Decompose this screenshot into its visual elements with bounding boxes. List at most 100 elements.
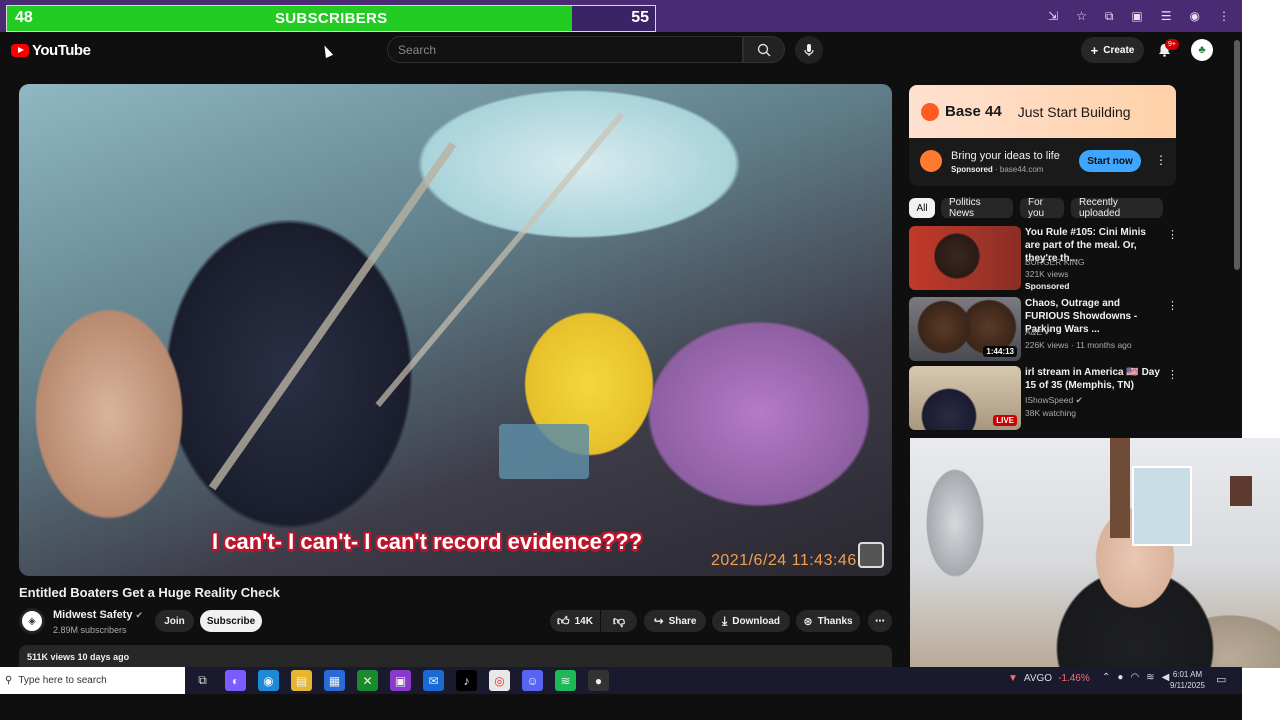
video-thumbnail[interactable]: 1:44:13	[909, 297, 1021, 361]
mic-tray-icon[interactable]: ●	[1117, 672, 1123, 683]
browser-menu-icon[interactable]: ⋮	[1218, 9, 1230, 23]
ad-cta-button[interactable]: Start now	[1079, 150, 1141, 172]
streamer-webcam-overlay	[910, 438, 1280, 668]
subscriber-current: 48	[15, 9, 33, 26]
join-button[interactable]: Join	[155, 610, 194, 632]
recommended-item[interactable]: 1:44:13 Chaos, Outrage and FURIOUS Showd…	[909, 297, 1178, 361]
video-caption: I can't- I can't- I can't record evidenc…	[212, 529, 643, 554]
item-menu-icon[interactable]: ⋮	[1167, 228, 1178, 241]
notifications-button[interactable]: 9+	[1155, 39, 1179, 60]
taskbar-search-icon: ⚲	[5, 675, 13, 686]
thumbs-up-icon: 👍︎	[557, 613, 570, 628]
recommended-meta: 38K watching	[1025, 408, 1077, 418]
notification-count-badge: 9+	[1165, 39, 1179, 50]
download-label: Download	[732, 615, 781, 627]
reading-list-icon[interactable]: ☰	[1161, 9, 1172, 23]
file-explorer-icon[interactable]: ▤	[291, 670, 312, 691]
youtube-logo[interactable]: YouTube	[11, 42, 91, 59]
recommended-title: irl stream in America 🇺🇸 Day 15 of 35 (M…	[1025, 367, 1160, 391]
clock-date: 9/11/2025	[1170, 681, 1205, 690]
extensions-icon[interactable]: ⧉	[1105, 9, 1114, 24]
taskbar-search-input[interactable]: ⚲ Type here to search	[0, 667, 185, 694]
spotify-icon[interactable]: ≋	[555, 670, 576, 691]
ad-menu-icon[interactable]: ⋮	[1155, 153, 1167, 167]
video-thumbnail[interactable]: LIVE	[909, 366, 1021, 430]
youtube-play-icon	[11, 44, 29, 57]
subscriber-label: SUBSCRIBERS	[275, 10, 388, 27]
verified-icon: ✔	[1044, 327, 1052, 337]
chip-politics-news[interactable]: Politics News	[941, 197, 1013, 219]
network-icon[interactable]: ◠	[1130, 672, 1139, 683]
chip-recently-uploaded[interactable]: Recently uploaded	[1071, 197, 1163, 219]
base44-logo-icon	[921, 102, 939, 121]
discord-icon[interactable]: ☺	[522, 670, 543, 691]
volume-icon[interactable]: ◀︎	[1162, 672, 1170, 683]
xbox-icon[interactable]: ✕	[357, 670, 378, 691]
wifi-icon[interactable]: ≋	[1146, 672, 1154, 683]
store-icon[interactable]: ▦	[324, 670, 345, 691]
channel-name[interactable]: Midwest Safety ✔	[53, 609, 143, 621]
like-button[interactable]: 👍︎ 14K	[550, 610, 600, 632]
video-duration: 1:44:13	[983, 346, 1017, 357]
more-actions-button[interactable]: ⋯	[868, 610, 892, 632]
taskbar-clock[interactable]: 6:01 AM 9/11/2025	[1170, 669, 1205, 691]
screen: ⇲ ☆ ⧉ ▣ ☰ ◉ ⋮ 48 SUBSCRIBERS 55 YouTube …	[0, 0, 1280, 720]
ad-card[interactable]: Bring your ideas to life Sponsored · bas…	[909, 138, 1176, 186]
item-menu-icon[interactable]: ⋮	[1167, 368, 1178, 381]
verified-icon: ✔	[135, 610, 144, 620]
thanks-label: Thanks	[817, 615, 853, 627]
share-icon: ↪	[653, 614, 664, 628]
sidepanel-icon[interactable]: ▣	[1131, 9, 1142, 23]
search-icon	[757, 43, 771, 56]
install-app-icon[interactable]: ⇲	[1048, 9, 1058, 23]
recommended-item[interactable]: LIVE irl stream in America 🇺🇸 Day 15 of …	[909, 366, 1178, 430]
voice-search-button[interactable]	[795, 36, 823, 64]
bodycam-badge-icon	[858, 542, 884, 568]
recommended-item[interactable]: You Rule #105: Cini Minis are part of th…	[909, 226, 1178, 291]
task-view-icon[interactable]: ⧉	[192, 670, 213, 691]
create-button[interactable]: + Create	[1081, 37, 1144, 63]
chip-for-you[interactable]: For you	[1020, 197, 1064, 219]
game-app-icon[interactable]: ▣	[390, 670, 411, 691]
channel-subscribers: 2.89M subscribers	[53, 625, 127, 635]
account-avatar[interactable]: ♣	[1191, 39, 1213, 61]
search-button[interactable]	[743, 36, 785, 63]
ad-banner[interactable]: Base 44 Just Start Building	[909, 85, 1176, 138]
stock-symbol: AVGO	[1023, 673, 1053, 684]
profile-icon[interactable]: ◉	[1190, 9, 1200, 23]
thanks-icon: ⊛	[803, 615, 813, 628]
video-player[interactable]: I can't- I can't- I can't record evidenc…	[19, 84, 892, 576]
search-input[interactable]: Search	[387, 36, 743, 63]
recommended-channel-text: A&E	[1025, 327, 1043, 337]
recommended-channel: A&E ✔	[1025, 327, 1052, 338]
copilot-icon[interactable]: ◐	[225, 670, 246, 691]
like-count: 14K	[574, 615, 593, 627]
notification-center-icon[interactable]: ▭	[1216, 673, 1226, 686]
video-thumbnail[interactable]	[909, 226, 1021, 290]
mouse-cursor	[320, 43, 334, 59]
obs-icon[interactable]: ●	[588, 670, 609, 691]
video-frame-detail-3	[499, 424, 589, 479]
stock-change: -1.46%	[1058, 673, 1090, 684]
bookmark-star-icon[interactable]: ☆	[1076, 9, 1087, 23]
taskbar-apps: ⧉ ◐ ◉ ▤ ▦ ✕ ▣ ✉ ♪ ◎ ☺ ≋ ●	[192, 667, 609, 694]
page-scrollbar[interactable]	[1234, 40, 1240, 270]
item-menu-icon[interactable]: ⋮	[1167, 299, 1178, 312]
dislike-button[interactable]: 👎︎	[601, 610, 637, 632]
video-frame-detail	[208, 141, 457, 491]
subscribe-button[interactable]: Subscribe	[200, 610, 262, 632]
outlook-icon[interactable]: ✉	[423, 670, 444, 691]
chrome-icon[interactable]: ◎	[489, 670, 510, 691]
share-button[interactable]: ↪ Share	[644, 610, 706, 632]
tiktok-icon[interactable]: ♪	[456, 670, 477, 691]
video-description-box[interactable]: 511K views 10 days ago	[19, 645, 892, 667]
download-button[interactable]: ⤓ Download	[712, 610, 790, 632]
edge-icon[interactable]: ◉	[258, 670, 279, 691]
channel-avatar[interactable]: ◈	[19, 608, 45, 634]
tray-chevron-icon[interactable]: ⌃	[1102, 672, 1110, 683]
system-tray: ⌃ ● ◠ ≋ ◀︎	[1102, 672, 1169, 683]
taskbar-search-placeholder: Type here to search	[18, 675, 107, 686]
chip-all[interactable]: All	[909, 198, 935, 218]
stock-widget[interactable]: ▼ AVGO -1.46%	[1008, 673, 1090, 684]
thanks-button[interactable]: ⊛ Thanks	[796, 610, 860, 632]
